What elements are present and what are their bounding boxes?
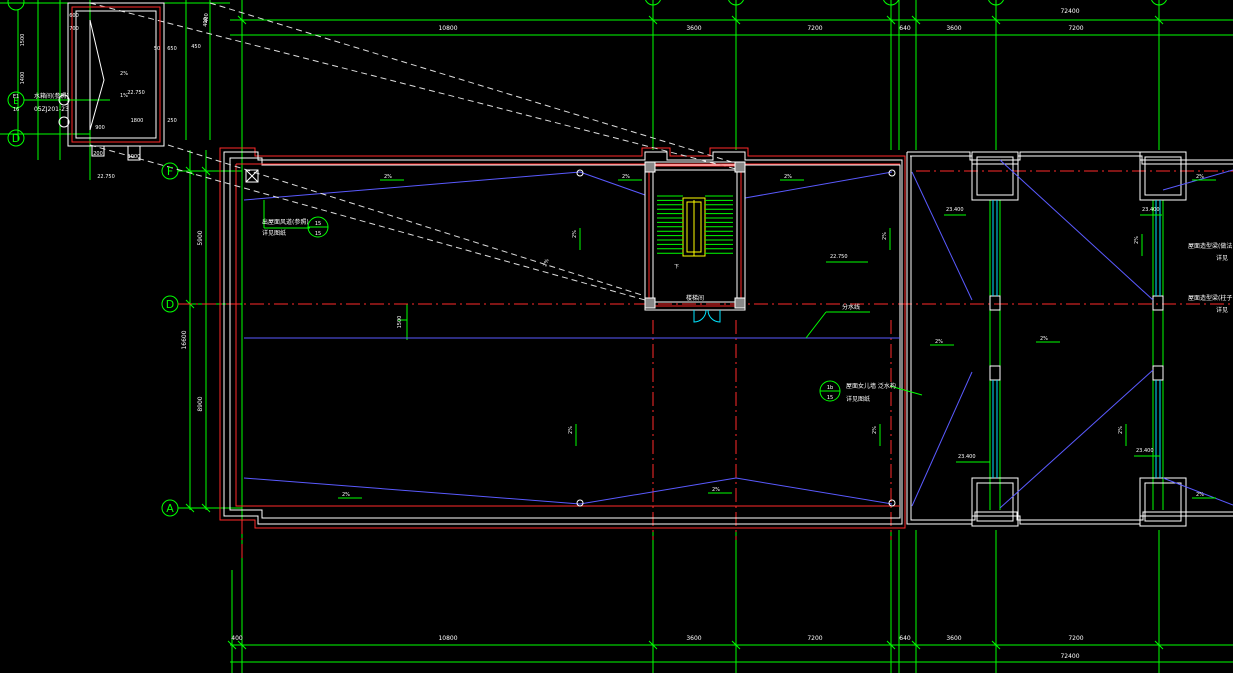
left-dim-2: 16600 <box>181 330 188 349</box>
detail-dim-900: 900 <box>95 125 105 131</box>
stair-treads <box>657 195 733 254</box>
top-dim-3: 7200 <box>807 25 822 32</box>
top-dim-6: 7200 <box>1068 25 1083 32</box>
detail-slope: 2% <box>120 71 128 77</box>
divide-line-leader <box>263 200 923 396</box>
slope-label: 2% <box>712 487 720 493</box>
detail-side-2: 1500 <box>20 34 26 47</box>
detail-dim-650: 650 <box>167 46 177 52</box>
bottom-dim-2: 3600 <box>686 635 701 642</box>
slope-label-vertical: 2% <box>1134 236 1140 244</box>
slope-label: 2% <box>342 492 350 498</box>
bottom-dim-6: 7200 <box>1068 635 1083 642</box>
top-dim-2: 3600 <box>686 25 701 32</box>
gutter-note-1: 屋面女儿墙 泛水构 <box>846 382 896 390</box>
stair-door[interactable] <box>693 309 721 323</box>
vent-symbol <box>245 169 259 183</box>
level-right-4: 23.400 <box>1136 448 1154 454</box>
slope-label: 2% <box>622 174 630 180</box>
detail-ref-text-2: 05ZJ201-23 <box>34 106 69 113</box>
slope-label: 2% <box>784 174 792 180</box>
vent-note-2: 详见图纸 <box>262 229 286 237</box>
stair-label: 楼梯间 <box>686 294 704 302</box>
detail-dim-600: 600 <box>69 13 79 19</box>
slope-label-vertical: 1% <box>120 93 128 99</box>
slope-arrows <box>338 179 1216 499</box>
gutter-note-2: 详见图纸 <box>846 395 870 403</box>
gutter-ref-den: 15 <box>827 395 833 401</box>
level-right-3: 23.400 <box>958 454 976 460</box>
axis-label-d-small: D <box>12 132 20 145</box>
slope-label: 2% <box>1196 174 1204 180</box>
detail-ref-text-1: 水箱间(参照) <box>34 92 69 100</box>
detail-dim-200: 200 <box>93 151 103 157</box>
detail-ref-den: 16 <box>13 107 19 113</box>
top-dim-1: 10800 <box>438 25 457 32</box>
gutter-ref-num: 1b <box>827 385 833 391</box>
dimension-ticks <box>185 15 1164 650</box>
detail-dim-50: 50 <box>154 46 160 52</box>
axis-label-d: D <box>166 298 174 311</box>
cad-drawing-canvas[interactable]: F D A D E 10800 3600 7200 640 3600 7200 … <box>0 0 1233 673</box>
stair-down-label: 下 <box>674 264 679 270</box>
dim-1500: 1500 <box>397 316 403 329</box>
drainage-slope-lines <box>243 159 1233 509</box>
detail-dim-1000: 1000 <box>128 154 141 160</box>
bottom-dim-5: 3600 <box>946 635 961 642</box>
vent-ref-num: 15 <box>315 221 321 227</box>
bottom-dim-3: 7200 <box>807 635 822 642</box>
detail-side-1: 1400 <box>20 72 26 85</box>
detail-dim-250: 250 <box>167 118 177 124</box>
slope-label: 2% <box>1040 336 1048 342</box>
slope-labels: 2% 2% 2% 2% 2% 2% 2% 2% 2% 2% 2% 2% 2% 2… <box>120 93 1204 498</box>
top-dim-total: 72400 <box>1060 8 1079 15</box>
detail-level-2: 22.750 <box>97 174 115 180</box>
bottom-dim-1: 10800 <box>438 635 457 642</box>
divide-line-note: 分水线 <box>842 303 860 311</box>
tank-room-detail[interactable] <box>67 2 165 161</box>
right-note-2: 详见 <box>1216 254 1228 262</box>
bottom-dim-0: 400 <box>231 635 243 642</box>
detail-dim-700: 700 <box>69 26 79 32</box>
slope-label-vertical: 2% <box>1118 426 1124 434</box>
level-mark: 22.750 <box>830 254 848 260</box>
top-dim-4: 640 <box>899 25 911 32</box>
slope-label-vertical: 2% <box>872 426 878 434</box>
left-dim-3: 8900 <box>197 396 204 411</box>
detail-level: 22.750 <box>127 90 145 96</box>
bottom-dim-4: 640 <box>899 635 911 642</box>
reference-bubbles <box>307 216 841 402</box>
detail-dim-1800: 1800 <box>131 118 144 124</box>
axis-label-f: F <box>167 165 173 178</box>
bottom-dim-total: 72400 <box>1060 653 1079 660</box>
level-right-2: 23.400 <box>1142 207 1160 213</box>
vent-note-1: 出屋面风道(参照) <box>262 218 309 226</box>
right-note-1: 屋面造型梁(做法 <box>1188 242 1232 250</box>
detail-dim-450: 450 <box>191 44 201 50</box>
slope-label: 2% <box>384 174 392 180</box>
left-dim-1: 5900 <box>197 230 204 245</box>
slope-label-vertical: 2% <box>568 426 574 434</box>
slope-label: 2% <box>1196 492 1204 498</box>
level-right-1: 23.400 <box>946 207 964 213</box>
detail-ref-num: E1 <box>13 94 19 100</box>
axis-label-a: A <box>166 502 174 515</box>
slope-label: 2% <box>935 339 943 345</box>
right-note-3: 屋面造型梁(柱子 <box>1188 294 1232 302</box>
cad-viewport[interactable]: F D A D E 10800 3600 7200 640 3600 7200 … <box>0 0 1233 673</box>
top-dim-5: 3600 <box>946 25 961 32</box>
vent-ref-den: 15 <box>315 231 321 237</box>
slope-label-vertical: 2% <box>572 230 578 238</box>
slope-label-vertical: 2% <box>882 232 888 240</box>
right-note-4: 详见 <box>1216 306 1228 314</box>
detail-dim-top: 400 <box>203 17 209 27</box>
